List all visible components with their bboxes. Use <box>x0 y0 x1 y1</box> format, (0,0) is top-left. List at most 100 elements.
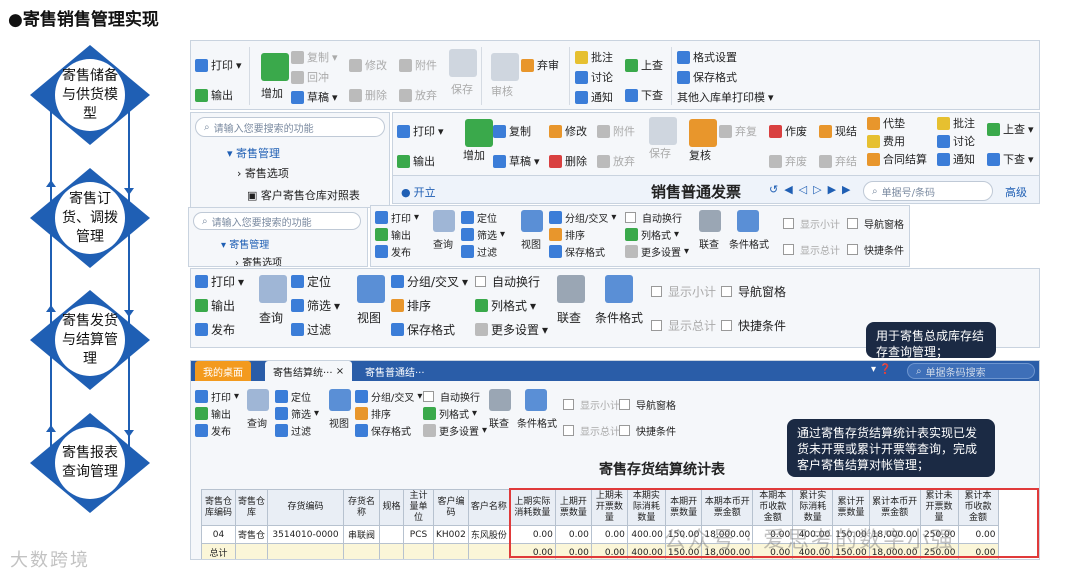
save-format-button[interactable]: 保存格式 <box>391 321 455 338</box>
delete-button[interactable]: 删除 <box>349 87 387 103</box>
audit-button[interactable]: 审核 <box>491 83 513 99</box>
down-query-button[interactable]: 下查 <box>625 87 663 103</box>
modify-button[interactable]: 修改 <box>549 123 587 139</box>
approve-button[interactable]: 批注 <box>937 115 975 131</box>
cond-format-button[interactable]: 条件格式 <box>517 415 557 430</box>
copy-button[interactable]: 复制 ▾ <box>291 49 338 65</box>
unreview-button[interactable]: 弃复 <box>719 123 757 139</box>
sort-button[interactable]: 排序 <box>355 406 391 421</box>
sort-button[interactable]: 排序 <box>391 297 431 314</box>
nav-pane-checkbox[interactable]: 导航窗格 <box>847 216 904 231</box>
settle-now-button[interactable]: 现结 <box>819 123 857 139</box>
col-format-button[interactable]: 列格式 ▾ <box>475 297 536 314</box>
review-button[interactable]: 复核 <box>689 147 711 163</box>
sort-button[interactable]: 排序 <box>549 227 585 242</box>
void-button[interactable]: 作废 <box>769 123 807 139</box>
contract-settle-button[interactable]: 合同结算 <box>867 151 927 167</box>
export-button[interactable]: 输出 <box>195 406 231 421</box>
view-button[interactable]: 视图 <box>357 309 381 326</box>
save-format-button[interactable]: 保存格式 <box>549 244 605 259</box>
group-button[interactable]: 分组/交叉 ▾ <box>355 389 422 404</box>
discard-button[interactable]: 放弃 <box>597 153 635 169</box>
column-header[interactable]: 存货编码 <box>267 489 345 526</box>
add-button[interactable]: 增加 <box>463 147 485 163</box>
filter2-button[interactable]: 过滤 <box>291 321 331 338</box>
group-button[interactable]: 分组/交叉 ▾ <box>391 273 468 290</box>
auto-wrap-checkbox[interactable]: 自动换行 <box>625 210 682 225</box>
save-format-button[interactable]: 保存格式 <box>355 423 411 438</box>
modify-button[interactable]: 修改 <box>349 57 387 73</box>
tree-item-consign-options[interactable]: › 寄售选项 <box>235 254 282 266</box>
locate-button[interactable]: 定位 <box>461 210 497 225</box>
nav-pane-checkbox[interactable]: 导航窗格 <box>619 397 676 412</box>
total-checkbox[interactable]: 显示总计 <box>563 423 620 438</box>
discard-button[interactable]: 放弃 <box>399 87 437 103</box>
filter2-button[interactable]: 过滤 <box>461 244 497 259</box>
down-query-button[interactable]: 下查 ▾ <box>987 151 1034 167</box>
query-button[interactable]: 查询 <box>259 309 283 326</box>
discuss-button[interactable]: 讨论 <box>937 133 975 149</box>
up-query-button[interactable]: 上查 ▾ <box>987 121 1034 137</box>
group-button[interactable]: 分组/交叉 ▾ <box>549 210 616 225</box>
nav-pane-checkbox[interactable]: 导航窗格 <box>721 283 786 300</box>
function-search-input[interactable]: ⌕ 请输入您要搜索的功能 <box>195 117 385 137</box>
quick-cond-checkbox[interactable]: 快捷条件 <box>721 317 786 334</box>
format-settings-button[interactable]: 格式设置 <box>677 49 737 65</box>
column-header[interactable]: 主计量单位 <box>403 489 435 526</box>
more-settings-button[interactable]: 更多设置 ▾ <box>475 321 548 338</box>
draft-button[interactable]: 草稿 ▾ <box>493 153 540 169</box>
record-nav-icons[interactable]: ↺◀◁▷▶▶ <box>769 183 857 196</box>
attach-button[interactable]: 附件 <box>597 123 635 139</box>
bill-search-input[interactable]: ⌕ 单据条码搜索 <box>907 363 1035 379</box>
publish-button[interactable]: 发布 <box>195 321 235 338</box>
column-header[interactable]: 寄售仓库编码 <box>201 489 236 526</box>
tree-item-customer-warehouse[interactable]: ▣ 客户寄售仓库对照表 <box>247 187 360 203</box>
help-icon[interactable]: ▾ ❓ <box>871 364 892 375</box>
column-header[interactable]: 存货名称 <box>343 489 381 526</box>
total-checkbox[interactable]: 显示总计 <box>783 242 840 257</box>
tree-item-consign-options[interactable]: › 寄售选项 <box>237 165 289 181</box>
tree-item-consign-mgmt[interactable]: ▾ 寄售管理 <box>221 236 269 251</box>
column-header[interactable]: 客户编码 <box>433 489 469 526</box>
discuss-button[interactable]: 讨论 <box>575 69 613 85</box>
locate-button[interactable]: 定位 <box>291 273 331 290</box>
reverse-button[interactable]: 回冲 <box>291 69 329 85</box>
export-button[interactable]: 输出 <box>195 297 235 314</box>
advance-button[interactable]: 代垫 <box>867 115 905 131</box>
print-button[interactable]: 打印 ▾ <box>375 210 419 225</box>
tab-consign-normal[interactable]: 寄售普通结··· <box>357 361 433 381</box>
subtotal-checkbox[interactable]: 显示小计 <box>563 397 620 412</box>
fee-button[interactable]: 费用 <box>867 133 905 149</box>
notify-button[interactable]: 通知 <box>575 89 613 105</box>
more-settings-button[interactable]: 更多设置 ▾ <box>423 423 487 438</box>
col-format-button[interactable]: 列格式 ▾ <box>423 406 477 421</box>
publish-button[interactable]: 发布 <box>195 423 231 438</box>
filter-button[interactable]: 筛选 ▾ <box>291 297 340 314</box>
print-button[interactable]: 打印 ▾ <box>397 123 444 139</box>
abandon-audit-button[interactable]: 弃审 <box>521 57 559 73</box>
unvoid-button[interactable]: 弃废 <box>769 153 807 169</box>
column-header[interactable]: 规格 <box>379 489 405 526</box>
link-button[interactable]: 联查 <box>699 236 719 251</box>
function-search-input[interactable]: ⌕ 请输入您要搜索的功能 <box>193 212 361 230</box>
filter-button[interactable]: 筛选 ▾ <box>461 227 505 242</box>
print-button[interactable]: 打印 ▾ <box>195 389 239 404</box>
quick-cond-checkbox[interactable]: 快捷条件 <box>619 423 676 438</box>
export-button[interactable]: 输出 <box>195 87 233 103</box>
query-button[interactable]: 查询 <box>433 236 453 251</box>
col-format-button[interactable]: 列格式 ▾ <box>625 227 679 242</box>
more-settings-button[interactable]: 更多设置 ▾ <box>625 244 689 259</box>
cond-format-button[interactable]: 条件格式 <box>595 309 643 326</box>
save-button[interactable]: 保存 <box>649 145 671 161</box>
view-button[interactable]: 视图 <box>521 236 541 251</box>
delete-button[interactable]: 删除 <box>549 153 587 169</box>
tab-consign-settle-stats[interactable]: 寄售结算统··· × <box>265 361 353 381</box>
filter2-button[interactable]: 过滤 <box>275 423 311 438</box>
advanced-link[interactable]: 高级 <box>1005 184 1027 200</box>
locate-button[interactable]: 定位 <box>275 389 311 404</box>
subtotal-checkbox[interactable]: 显示小计 <box>783 216 840 231</box>
subtotal-checkbox[interactable]: 显示小计 <box>651 283 716 300</box>
cond-format-button[interactable]: 条件格式 <box>729 236 769 251</box>
auto-wrap-checkbox[interactable]: 自动换行 <box>423 389 480 404</box>
link-button[interactable]: 联查 <box>489 415 509 430</box>
